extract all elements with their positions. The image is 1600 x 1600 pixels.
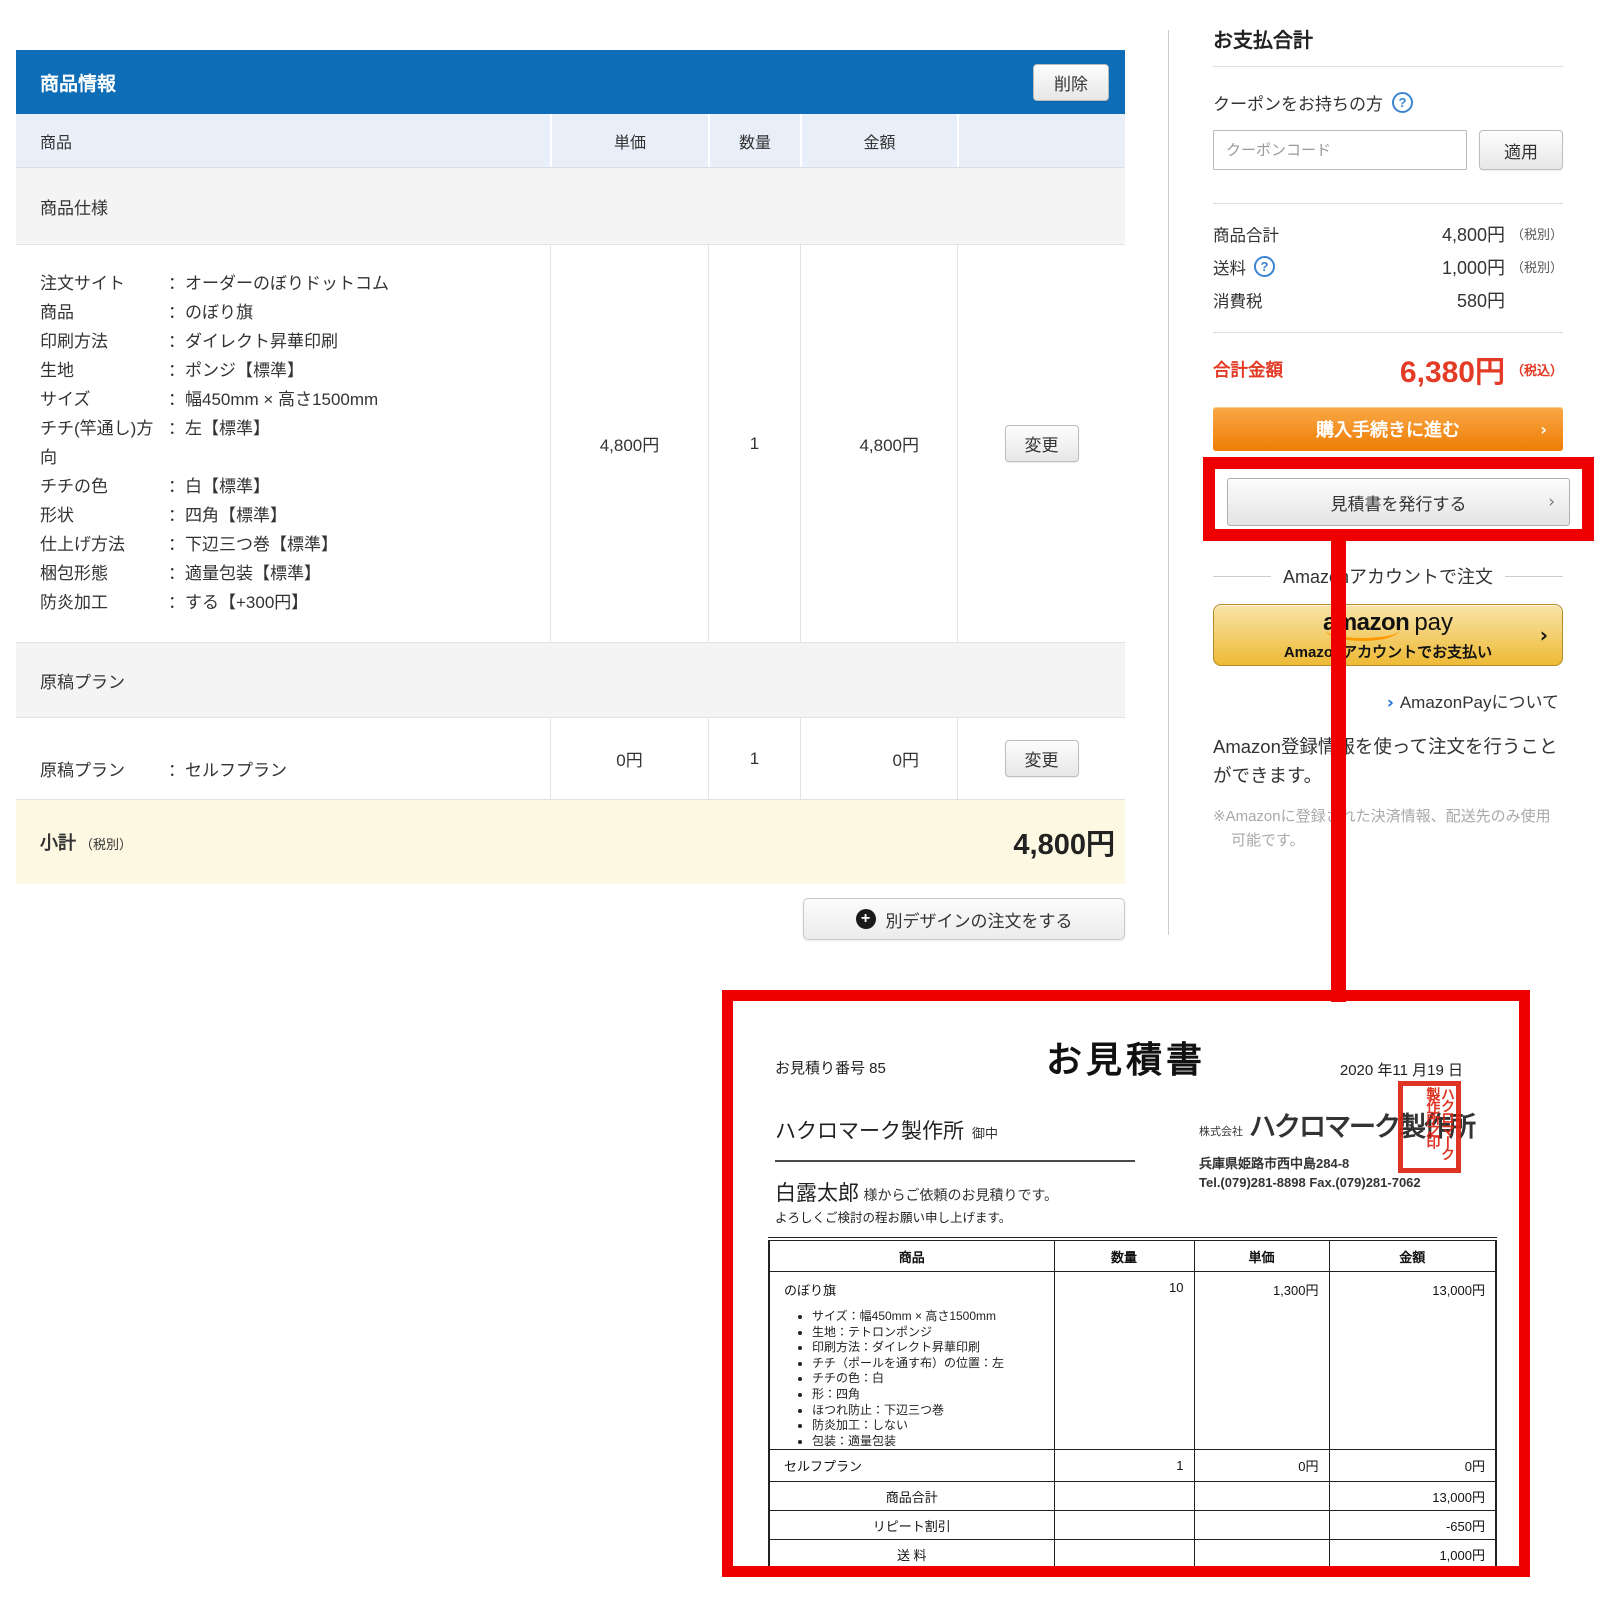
plan-section-header: 原稿プラン	[16, 643, 1125, 718]
col-header-amount: 金額	[800, 114, 957, 167]
plan-unit-price: 0円	[550, 718, 708, 799]
coupon-section-label: クーポンをお持ちの方 ?	[1213, 90, 1563, 115]
spec-row: 注文サイト：オーダーのぼりドットコム 商品：のぼり旗 印刷方法：ダイレクト昇華印…	[16, 245, 1125, 643]
delete-button[interactable]: 削除	[1033, 64, 1109, 101]
apply-coupon-button[interactable]: 適用	[1479, 130, 1563, 170]
quote-item-name-cell: のぼり旗 サイズ：幅450mm × 高さ1500mm 生地：テトロンポンジ 印刷…	[769, 1272, 1054, 1450]
totals-list: 商品合計 4,800円 （税別） 送料? 1,000円 （税別） 消費税 580…	[1213, 217, 1563, 316]
coupon-row: 適用	[1213, 130, 1563, 170]
spec-quantity: 1	[708, 245, 800, 642]
quote-greeting: よろしくご検討の程お願い申し上げます。	[775, 1207, 1011, 1226]
product-info-panel: 商品情報 削除 商品 単価 数量 金額 商品仕様 注文サイト：オーダーのぼりドッ…	[16, 50, 1125, 884]
amazon-pay-button[interactable]: amazon pay Amazonアカウントでお支払い ›	[1213, 604, 1563, 666]
quote-document: お見積り番号 85 お見積書 2020 年11 月19 日 ハクロマーク製作所御…	[722, 990, 1530, 1577]
amazon-pay-link[interactable]: ›AmazonPayについて	[1213, 688, 1563, 713]
quote-item-row: のぼり旗 サイズ：幅450mm × 高さ1500mm 生地：テトロンポンジ 印刷…	[769, 1272, 1496, 1450]
company-tel: Tel.(079)281-8898 Fax.(079)281-7062	[1199, 1175, 1474, 1190]
checkout-button[interactable]: 購入手続きに進む ›	[1213, 407, 1563, 451]
sidebar-title: お支払合計	[1213, 24, 1563, 53]
issue-quote-button[interactable]: 見積書を発行する ›	[1227, 478, 1570, 526]
plan-quantity: 1	[708, 718, 800, 799]
table-header-row: 商品 単価 数量 金額	[16, 114, 1125, 168]
plan-amount: 0円	[800, 718, 957, 799]
panel-title: 商品情報	[40, 69, 116, 96]
plan-line: 原稿プラン：セルフプラン	[40, 756, 287, 785]
spec-action: 変更	[957, 245, 1125, 642]
red-connector-line	[1331, 533, 1346, 1002]
spec-line: 商品：のぼり旗	[40, 298, 253, 327]
company-prefix: 株式会社	[1199, 1123, 1243, 1144]
spec-amount: 4,800円	[800, 245, 957, 642]
payment-summary-sidebar: お支払合計 クーポンをお持ちの方 ? 適用 商品合計 4,800円 （税別） 送…	[1213, 0, 1563, 852]
spec-line: 注文サイト：オーダーのぼりドットコム	[40, 269, 389, 298]
question-icon[interactable]: ?	[1254, 256, 1275, 277]
quote-item-unit: 1,300円	[1194, 1272, 1329, 1450]
col-header-action	[957, 114, 1125, 167]
divider	[1213, 332, 1563, 333]
quote-customer-line: 白露太郎 様からご依頼のお見積りです。	[775, 1177, 1058, 1207]
chevron-right-icon: ›	[1540, 420, 1547, 439]
grand-total-value: 6,380円	[1400, 347, 1505, 391]
quote-summary-row: リピート割引 -650円	[769, 1511, 1496, 1540]
chevron-right-icon: ›	[1548, 492, 1555, 512]
quote-partial-row	[769, 1569, 1496, 1577]
divider	[1213, 203, 1563, 204]
quote-table: 商品 数量 単価 金額 のぼり旗 サイズ：幅450mm × 高さ1500mm 生…	[768, 1237, 1497, 1577]
subtotal-value: 4,800円	[1013, 821, 1115, 863]
spec-line: 梱包形態：適量包装【標準】	[40, 559, 321, 588]
spec-unit-price: 4,800円	[550, 245, 708, 642]
quote-summary-row: 送 料 1,000円	[769, 1540, 1496, 1569]
product-info-header: 商品情報 削除	[16, 50, 1125, 114]
quote-item-qty: 10	[1054, 1272, 1194, 1450]
grand-total-note: （税込）	[1505, 360, 1563, 379]
spec-list: 注文サイト：オーダーのぼりドットコム 商品：のぼり旗 印刷方法：ダイレクト昇華印…	[16, 245, 550, 642]
chevron-right-icon: ›	[1387, 693, 1394, 713]
chevron-right-icon: ›	[1540, 623, 1548, 647]
quote-date: 2020 年11 月19 日	[1340, 1059, 1463, 1080]
amazon-section-title: Amazonアカウントで注文	[1213, 563, 1563, 589]
spec-line: チチ(竿通し)方向：左【標準】	[40, 414, 270, 472]
coupon-code-input[interactable]	[1213, 130, 1467, 170]
add-design-label: 別デザインの注文をする	[886, 907, 1073, 932]
grand-total-label: 合計金額	[1213, 357, 1283, 382]
plan-action: 変更	[957, 718, 1125, 799]
quote-addressee: ハクロマーク製作所御中	[775, 1115, 1135, 1162]
col-header-quantity: 数量	[708, 114, 800, 167]
amazon-note: ※Amazonに登録された決済情報、配送先のみ使用可能です。	[1213, 805, 1563, 852]
divider	[1213, 66, 1563, 67]
spec-line: 生地：ポンジ【標準】	[40, 356, 304, 385]
total-row-items: 商品合計 4,800円 （税別）	[1213, 217, 1563, 250]
change-spec-button[interactable]: 変更	[1005, 425, 1079, 462]
amazon-description: Amazon登録情報を使って注文を行うことができます。	[1213, 733, 1563, 790]
change-plan-button[interactable]: 変更	[1005, 740, 1079, 777]
total-row-tax: 消費税 580円	[1213, 283, 1563, 316]
quote-plan-row: セルフプラン 1 0円 0円	[769, 1450, 1496, 1482]
company-seal-icon: ハクロマーク製作所之印	[1398, 1081, 1461, 1173]
spec-section-header: 商品仕様	[16, 168, 1125, 245]
plan-row: 原稿プラン：セルフプラン 0円 1 0円 変更	[16, 718, 1125, 800]
quote-item-amount: 13,000円	[1329, 1272, 1496, 1450]
subtotal-label: 小計（税別）	[40, 829, 132, 855]
col-header-unit-price: 単価	[550, 114, 708, 167]
plus-icon: +	[856, 909, 876, 929]
page: 商品情報 削除 商品 単価 数量 金額 商品仕様 注文サイト：オーダーのぼりドッ…	[0, 0, 1600, 1600]
quote-table-header: 商品 数量 単価 金額	[769, 1239, 1496, 1272]
spec-line: 形状：四角【標準】	[40, 501, 287, 530]
spec-line: チチの色：白【標準】	[40, 472, 270, 501]
total-row-shipping: 送料? 1,000円 （税別）	[1213, 250, 1563, 283]
grand-total-row: 合計金額 6,380円 （税込）	[1213, 347, 1563, 391]
spec-line: 仕上げ方法：下辺三つ巻【標準】	[40, 530, 338, 559]
plan-name-cell: 原稿プラン：セルフプラン	[16, 718, 550, 799]
spec-line: サイズ：幅450mm × 高さ1500mm	[40, 385, 378, 414]
col-header-product: 商品	[16, 114, 550, 167]
question-icon[interactable]: ?	[1392, 92, 1413, 113]
amazon-button-subtext: Amazonアカウントでお支払い	[1284, 645, 1492, 660]
quote-item-spec-list: サイズ：幅450mm × 高さ1500mm 生地：テトロンポンジ 印刷方法：ダイ…	[812, 1309, 1054, 1449]
quote-summary-row: 商品合計 13,000円	[769, 1482, 1496, 1511]
add-design-button[interactable]: + 別デザインの注文をする	[803, 898, 1125, 940]
subtotal-row: 小計（税別） 4,800円	[16, 800, 1125, 884]
spec-line: 防炎加工：する【+300円】	[40, 588, 308, 617]
vertical-divider	[1168, 30, 1169, 935]
spec-line: 印刷方法：ダイレクト昇華印刷	[40, 327, 338, 356]
